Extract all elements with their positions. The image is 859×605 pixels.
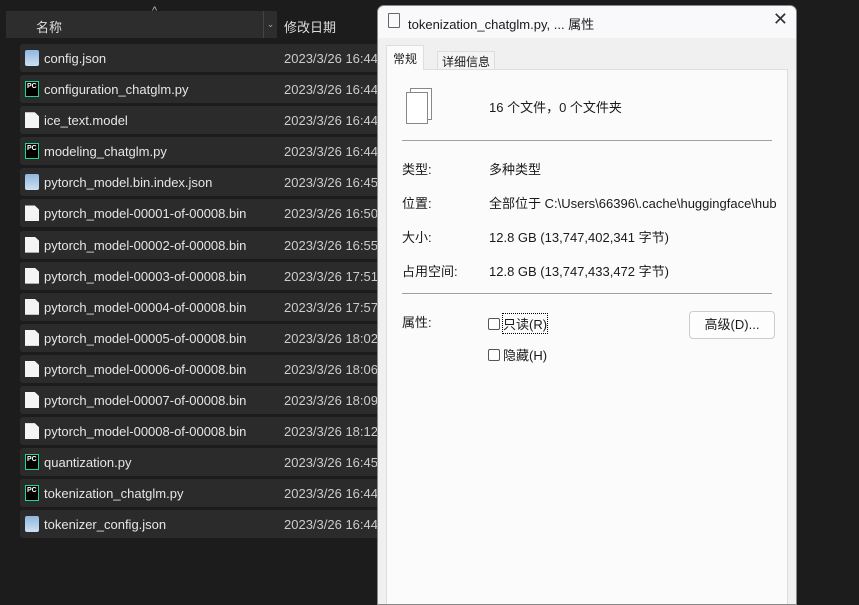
file-date: 2023/3/26 16:44 bbox=[284, 486, 378, 501]
file-date: 2023/3/26 16:45 bbox=[284, 175, 378, 190]
attributes-label: 属性: bbox=[402, 312, 432, 331]
file-date: 2023/3/26 17:51 bbox=[284, 269, 378, 284]
file-date: 2023/3/26 16:44 bbox=[284, 113, 378, 128]
file-row[interactable]: PC tokenization_chatglm.py 2023/3/26 16:44 bbox=[20, 479, 420, 507]
file-count: 16 个文件，0 个文件夹 bbox=[489, 97, 622, 116]
file-name: pytorch_model-00002-of-00008.bin bbox=[44, 238, 246, 253]
files-icon bbox=[388, 13, 400, 28]
file-name: pytorch_model-00007-of-00008.bin bbox=[44, 393, 246, 408]
file-name: pytorch_model.bin.index.json bbox=[44, 175, 212, 190]
tab-details[interactable]: 详细信息 bbox=[437, 51, 495, 70]
file-name: quantization.py bbox=[44, 455, 131, 470]
type-value: 多种类型 bbox=[489, 159, 541, 178]
file-date: 2023/3/26 18:02 bbox=[284, 331, 378, 346]
file-row[interactable]: pytorch_model.bin.index.json 2023/3/26 16… bbox=[20, 168, 420, 196]
file-row[interactable]: pytorch_model-00004-of-00008.bin 2023/3/2… bbox=[20, 293, 420, 321]
file-date: 2023/3/26 16:44 bbox=[284, 144, 378, 159]
file-row[interactable]: pytorch_model-00008-of-00008.bin 2023/3/2… bbox=[20, 417, 420, 445]
file-icon bbox=[25, 237, 39, 253]
title-bar: tokenization_chatglm.py, ... 属性 ✕ bbox=[378, 6, 796, 38]
file-row[interactable]: tokenizer_config.json 2023/3/26 16:44 bbox=[20, 510, 420, 538]
json-file-icon bbox=[25, 516, 39, 532]
multiple-files-icon bbox=[406, 88, 432, 124]
file-name: pytorch_model-00001-of-00008.bin bbox=[44, 206, 246, 221]
size-label: 大小: bbox=[402, 227, 432, 246]
advanced-button[interactable]: 高级(D)... bbox=[689, 311, 775, 339]
file-date: 2023/3/26 16:55 bbox=[284, 238, 378, 253]
pycharm-file-icon: PC bbox=[25, 454, 39, 470]
file-date: 2023/3/26 16:44 bbox=[284, 517, 378, 532]
file-date: 2023/3/26 18:09 bbox=[284, 393, 378, 408]
general-panel: 16 个文件，0 个文件夹 类型: 多种类型 位置: 全部位于 C:\Users… bbox=[386, 69, 788, 605]
file-icon bbox=[25, 392, 39, 408]
file-icon bbox=[25, 205, 39, 221]
pycharm-file-icon: PC bbox=[25, 143, 39, 159]
file-icon bbox=[25, 112, 39, 128]
location-label: 位置: bbox=[402, 193, 432, 212]
file-name: pytorch_model-00004-of-00008.bin bbox=[44, 300, 246, 315]
location-value: 全部位于 C:\Users\66396\.cache\huggingface\h… bbox=[489, 193, 777, 212]
file-row[interactable]: ice_text.model 2023/3/26 16:44 bbox=[20, 106, 420, 134]
file-row[interactable]: pytorch_model-00003-of-00008.bin 2023/3/2… bbox=[20, 262, 420, 290]
file-row[interactable]: PC configuration_chatglm.py 2023/3/26 16:4… bbox=[20, 75, 420, 103]
file-row[interactable]: pytorch_model-00005-of-00008.bin 2023/3/2… bbox=[20, 324, 420, 352]
file-date: 2023/3/26 16:44 bbox=[284, 51, 378, 66]
sort-ascending-icon: ^ bbox=[152, 5, 157, 17]
file-name: modeling_chatglm.py bbox=[44, 144, 167, 159]
close-button[interactable]: ✕ bbox=[773, 9, 788, 30]
file-name: tokenizer_config.json bbox=[44, 517, 166, 532]
tab-general[interactable]: 常规 bbox=[386, 45, 424, 70]
file-icon bbox=[25, 423, 39, 439]
file-name: tokenization_chatglm.py bbox=[44, 486, 183, 501]
json-file-icon bbox=[25, 174, 39, 190]
readonly-label: 只读(R) bbox=[503, 314, 547, 333]
file-date: 2023/3/26 18:06 bbox=[284, 362, 378, 377]
file-date: 2023/3/26 17:57 bbox=[284, 300, 378, 315]
file-date: 2023/3/26 16:45 bbox=[284, 455, 378, 470]
file-row[interactable]: PC modeling_chatglm.py 2023/3/26 16:44 bbox=[20, 137, 420, 165]
file-icon bbox=[25, 330, 39, 346]
file-name: configuration_chatglm.py bbox=[44, 82, 189, 97]
file-row[interactable]: pytorch_model-00002-of-00008.bin 2023/3/2… bbox=[20, 231, 420, 259]
file-row[interactable]: pytorch_model-00007-of-00008.bin 2023/3/2… bbox=[20, 386, 420, 414]
file-date: 2023/3/26 16:50 bbox=[284, 206, 378, 221]
size-on-disk-value: 12.8 GB (13,747,433,472 字节) bbox=[489, 261, 669, 280]
file-name: pytorch_model-00008-of-00008.bin bbox=[44, 424, 246, 439]
file-name: pytorch_model-00005-of-00008.bin bbox=[44, 331, 246, 346]
pycharm-file-icon: PC bbox=[25, 81, 39, 97]
type-label: 类型: bbox=[402, 159, 432, 178]
file-icon bbox=[25, 361, 39, 377]
file-row[interactable]: pytorch_model-00006-of-00008.bin 2023/3/2… bbox=[20, 355, 420, 383]
column-name-label: 名称 bbox=[36, 17, 62, 36]
file-icon bbox=[25, 268, 39, 284]
hidden-checkbox[interactable]: 隐藏(H) bbox=[488, 345, 547, 364]
dialog-title: tokenization_chatglm.py, ... 属性 bbox=[408, 14, 594, 33]
file-name: pytorch_model-00003-of-00008.bin bbox=[44, 269, 246, 284]
hidden-label: 隐藏(H) bbox=[503, 345, 547, 364]
readonly-checkbox[interactable]: 只读(R) bbox=[488, 314, 547, 333]
file-list: config.json 2023/3/26 16:44 PC configuratio… bbox=[20, 44, 420, 542]
file-name: pytorch_model-00006-of-00008.bin bbox=[44, 362, 246, 377]
file-icon bbox=[25, 299, 39, 315]
file-date: 2023/3/26 18:12 bbox=[284, 424, 378, 439]
size-on-disk-label: 占用空间: bbox=[402, 261, 458, 280]
chevron-down-icon[interactable]: ⌄ bbox=[263, 11, 277, 38]
file-row[interactable]: config.json 2023/3/26 16:44 bbox=[20, 44, 420, 72]
json-file-icon bbox=[25, 50, 39, 66]
file-row[interactable]: PC quantization.py 2023/3/26 16:45 bbox=[20, 448, 420, 476]
file-name: config.json bbox=[44, 51, 106, 66]
column-header-date[interactable]: 修改日期 bbox=[284, 17, 336, 36]
file-date: 2023/3/26 16:44 bbox=[284, 82, 378, 97]
pycharm-file-icon: PC bbox=[25, 485, 39, 501]
properties-dialog: tokenization_chatglm.py, ... 属性 ✕ 常规 详细信… bbox=[377, 5, 797, 605]
file-row[interactable]: pytorch_model-00001-of-00008.bin 2023/3/2… bbox=[20, 199, 420, 227]
file-name: ice_text.model bbox=[44, 113, 128, 128]
column-header-name[interactable]: 名称 ^ ⌄ bbox=[6, 11, 277, 38]
size-value: 12.8 GB (13,747,402,341 字节) bbox=[489, 227, 669, 246]
